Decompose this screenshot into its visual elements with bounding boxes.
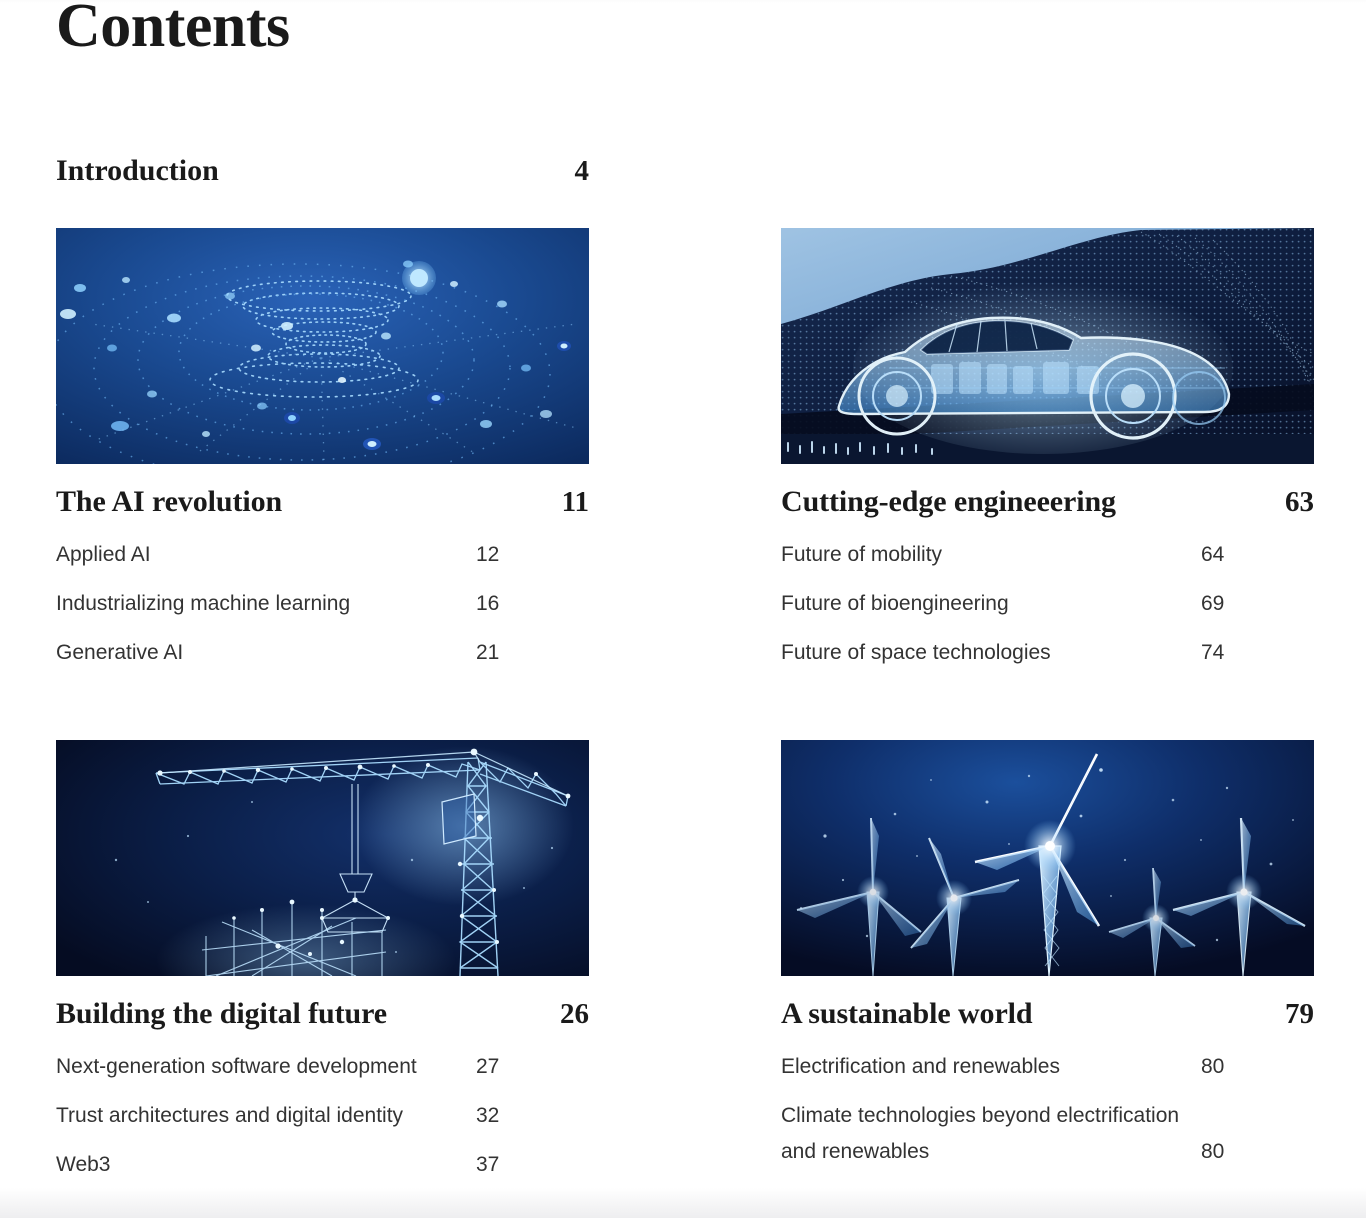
toc-sub-entry[interactable]: Future of bioengineering 69 — [781, 579, 1314, 628]
section-page-number: 63 — [1285, 486, 1314, 518]
section-heading[interactable]: The AI revolution 11 — [56, 485, 589, 519]
sub-entry-label: Applied AI — [56, 543, 151, 566]
sub-entry-label: Electrification and renewables — [781, 1055, 1060, 1078]
contents-page: Contents Introduction 4 The AI revolutio… — [0, 0, 1366, 1218]
section-heading[interactable]: Building the digital future 26 — [56, 997, 589, 1031]
section-a-sustainable-world: A sustainable world 79 Electrification a… — [781, 740, 1314, 1189]
sub-entry-page-number: 37 — [476, 1153, 500, 1176]
sub-entry-label: Trust architectures and digital identity — [56, 1104, 404, 1127]
toc-sub-entry[interactable]: Web3 37 — [56, 1140, 589, 1189]
section-page-number: 79 — [1285, 998, 1314, 1030]
sub-entry-page-number: 64 — [1201, 543, 1225, 566]
toc-sub-entry[interactable]: Future of mobility 64 — [781, 530, 1314, 579]
section-grid: The AI revolution 11 Applied AI 12 Indus… — [56, 228, 1314, 1189]
section-title: Cutting-edge engineeering — [781, 485, 1116, 518]
section-building-the-digital-future: Building the digital future 26 Next-gene… — [56, 740, 589, 1189]
section-cutting-edge-engineering: Cutting-edge engineeering 63 Future of m… — [781, 228, 1314, 677]
wireframe-car-thumbnail[interactable] — [781, 228, 1314, 464]
sub-entry-page-number: 69 — [1201, 592, 1225, 615]
section-sub-items: Electrification and renewables 80 Climat… — [781, 1042, 1314, 1176]
section-sub-items: Future of mobility 64 Future of bioengin… — [781, 530, 1314, 677]
sub-entry-label: Next-generation software development — [56, 1055, 417, 1078]
toc-sub-entry[interactable]: Generative AI 21 — [56, 628, 589, 677]
toc-sub-entry[interactable]: Future of space technologies 74 — [781, 628, 1314, 677]
introduction-label: Introduction — [56, 154, 219, 187]
toc-sub-entry[interactable]: Electrification and renewables 80 — [781, 1042, 1314, 1091]
sub-entry-label: Future of mobility — [781, 543, 943, 566]
toc-sub-entry[interactable]: Next-generation software development 27 — [56, 1042, 589, 1091]
toc-sub-entry[interactable]: Industrializing machine learning 16 — [56, 579, 589, 628]
sub-entry-page-number: 16 — [476, 592, 500, 615]
page-title: Contents — [56, 0, 290, 60]
toc-sub-entry[interactable]: Trust architectures and digital identity… — [56, 1091, 589, 1140]
section-sub-items: Next-generation software development 27 … — [56, 1042, 589, 1189]
section-heading[interactable]: A sustainable world 79 — [781, 997, 1314, 1031]
sub-entry-label: Climate technologies beyond electrificat… — [781, 1104, 1180, 1163]
section-title: A sustainable world — [781, 997, 1033, 1030]
sub-entry-page-number: 21 — [476, 641, 500, 664]
section-title: Building the digital future — [56, 997, 387, 1030]
toc-entry-introduction[interactable]: Introduction 4 — [56, 154, 589, 188]
section-page-number: 11 — [561, 486, 589, 518]
sub-entry-page-number: 74 — [1201, 641, 1225, 664]
sub-entry-label: Generative AI — [56, 641, 184, 664]
introduction-page-number: 4 — [574, 155, 590, 187]
ai-network-particles-thumbnail[interactable] — [56, 228, 589, 464]
sub-entry-page-number: 80 — [1201, 1055, 1225, 1078]
toc-sub-entry[interactable]: Climate technologies beyond electrificat… — [781, 1091, 1314, 1176]
section-page-number: 26 — [560, 998, 589, 1030]
section-title: The AI revolution — [56, 485, 283, 518]
sub-entry-label: Future of bioengineering — [781, 592, 1009, 615]
sub-entry-label: Future of space technologies — [781, 641, 1051, 664]
sub-entry-page-number: 12 — [476, 543, 500, 566]
wireframe-crane-thumbnail[interactable] — [56, 740, 589, 976]
section-sub-items: Applied AI 12 Industrializing machine le… — [56, 530, 589, 677]
section-the-ai-revolution: The AI revolution 11 Applied AI 12 Indus… — [56, 228, 589, 677]
sub-entry-page-number: 32 — [476, 1104, 500, 1127]
wireframe-wind-turbines-thumbnail[interactable] — [781, 740, 1314, 976]
sub-entry-page-number: 80 — [1201, 1140, 1225, 1163]
toc-sub-entry[interactable]: Applied AI 12 — [56, 530, 589, 579]
sub-entry-page-number: 27 — [476, 1055, 500, 1078]
sub-entry-label: Industrializing machine learning — [56, 592, 351, 615]
section-heading[interactable]: Cutting-edge engineeering 63 — [781, 485, 1314, 519]
sub-entry-label: Web3 — [56, 1153, 111, 1176]
